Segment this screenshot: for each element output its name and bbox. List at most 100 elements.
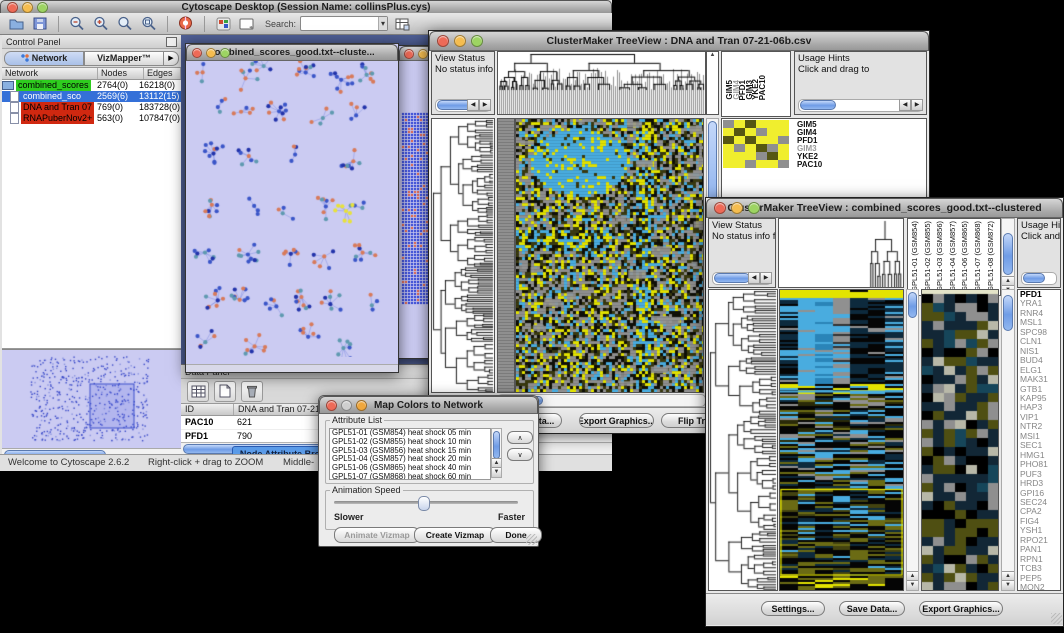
matrix-cell[interactable] xyxy=(756,128,767,136)
matrix-cell[interactable] xyxy=(756,120,767,128)
matrix-cell[interactable] xyxy=(778,128,789,136)
tv2-save-data-button[interactable]: Save Data... xyxy=(839,601,905,616)
combo-arrow-icon[interactable]: ▾ xyxy=(378,17,387,30)
matrix-cell[interactable] xyxy=(756,160,767,168)
matrix-cell[interactable] xyxy=(778,144,789,152)
tab-network[interactable]: Network xyxy=(4,51,84,66)
minimize-icon[interactable] xyxy=(731,202,743,214)
attribute-list[interactable]: GPL51-01 (GSM854) heat shock 05 minGPL51… xyxy=(329,428,491,480)
zoom-selected-button[interactable] xyxy=(139,15,159,33)
scroll-down-icon[interactable]: ▼ xyxy=(492,467,501,477)
matrix-cell[interactable] xyxy=(734,160,745,168)
tv2-zoom-vscrollbar[interactable]: ▲ ▼ xyxy=(1001,289,1015,591)
minimize-icon[interactable] xyxy=(206,48,216,58)
network-overview[interactable] xyxy=(2,349,181,448)
matrix-cell[interactable] xyxy=(734,128,745,136)
scroll-thumb[interactable] xyxy=(1003,233,1013,275)
zoom-icon[interactable] xyxy=(471,35,483,47)
matrix-cell[interactable] xyxy=(756,144,767,152)
create-vizmap-button[interactable]: Create Vizmap xyxy=(414,527,496,543)
matrix-cell[interactable] xyxy=(723,152,734,160)
zoom-icon[interactable] xyxy=(748,202,760,214)
matrix-cell[interactable] xyxy=(734,152,745,160)
attribute-item[interactable]: GPL51-07 (GSM868) heat shock 60 min xyxy=(330,473,490,480)
scroll-right-icon[interactable]: ▶ xyxy=(479,99,491,111)
tv2-row-dendrogram[interactable] xyxy=(708,289,778,591)
tv1-top-scroll-strip[interactable]: ▲ xyxy=(706,51,719,115)
matrix-cell[interactable] xyxy=(778,120,789,128)
tv1-status-scrollbar[interactable]: ◀▶ xyxy=(435,99,491,112)
float-panel-icon[interactable] xyxy=(166,37,177,47)
scroll-right-icon[interactable]: ▶ xyxy=(760,272,772,284)
matrix-cell[interactable] xyxy=(745,120,756,128)
zoom-in-button[interactable] xyxy=(91,15,111,33)
tv1-column-dendrogram[interactable] xyxy=(497,51,706,115)
matrix-cell[interactable] xyxy=(723,136,734,144)
help-button[interactable] xyxy=(176,15,196,33)
tv2-column-dendrogram[interactable] xyxy=(778,218,904,288)
resize-grip[interactable] xyxy=(1051,613,1062,624)
scroll-thumb[interactable] xyxy=(1023,273,1045,283)
attribute-list-scrollbar[interactable]: ▲ ▼ xyxy=(491,428,502,478)
plugins-button[interactable] xyxy=(213,15,233,33)
matrix-cell[interactable] xyxy=(745,128,756,136)
tv1-gene-label-strip[interactable] xyxy=(497,118,515,393)
matrix-cell[interactable] xyxy=(723,128,734,136)
attribute-browser-button[interactable] xyxy=(392,15,412,33)
scroll-thumb[interactable] xyxy=(800,100,836,110)
matrix-cell[interactable] xyxy=(745,144,756,152)
matrix-cell[interactable] xyxy=(734,120,745,128)
save-button[interactable] xyxy=(30,15,50,33)
scroll-down-icon[interactable]: ▼ xyxy=(907,580,918,590)
zoom-icon[interactable] xyxy=(37,2,48,13)
close-icon[interactable] xyxy=(437,35,449,47)
col-nodes[interactable]: Nodes xyxy=(98,68,144,79)
matrix-cell[interactable] xyxy=(778,160,789,168)
matrix-cell[interactable] xyxy=(778,136,789,144)
treeview1-titlebar[interactable]: ClusterMaker TreeView : DNA and Tran 07-… xyxy=(429,31,929,51)
close-icon[interactable] xyxy=(404,49,414,59)
tv2-gene-list-panel[interactable]: PFD1YRA1RNR4MSL1SPC98CLN1NIS1BUD4ELG1MAK… xyxy=(1017,289,1061,591)
scroll-up-icon[interactable]: ▲ xyxy=(710,52,716,58)
move-down-button[interactable]: ∨ xyxy=(507,448,533,461)
scroll-left-icon[interactable]: ◀ xyxy=(467,99,479,111)
matrix-cell[interactable] xyxy=(723,160,734,168)
matrix-cell[interactable] xyxy=(723,120,734,128)
tv1-zoom-matrix[interactable] xyxy=(723,120,789,168)
delete-attribute-button[interactable] xyxy=(241,381,263,402)
tab-vizmapper[interactable]: VizMapper™ xyxy=(84,51,164,66)
matrix-cell[interactable] xyxy=(745,136,756,144)
scroll-left-icon[interactable]: ◀ xyxy=(899,99,911,111)
tv1-export-graphics-button[interactable]: Export Graphics... xyxy=(579,413,654,428)
col-edges[interactable]: Edges xyxy=(144,68,181,79)
zoom-icon[interactable] xyxy=(220,48,230,58)
tv1-row-dendrogram[interactable] xyxy=(431,118,495,393)
matrix-cell[interactable] xyxy=(778,152,789,160)
search-input[interactable]: ▾ xyxy=(300,16,388,31)
tv2-settings-button[interactable]: Settings... xyxy=(761,601,825,616)
close-icon[interactable] xyxy=(192,48,202,58)
tv2-zoom-heatmap[interactable] xyxy=(921,289,999,591)
close-icon[interactable] xyxy=(326,400,337,411)
gene-label[interactable]: MON2 xyxy=(1020,583,1060,592)
matrix-cell[interactable] xyxy=(767,136,778,144)
close-icon[interactable] xyxy=(714,202,726,214)
network-list-row[interactable]: DNA and Tran 07769(0)183728(0) xyxy=(2,102,181,113)
tv2-labels-scrollbar[interactable]: ▲ ▼ xyxy=(1001,218,1015,296)
network-list-row[interactable]: combined_sco2569(6)13112(15) xyxy=(2,91,181,102)
scroll-left-icon[interactable]: ◀ xyxy=(748,272,760,284)
tv1-hints-scrollbar[interactable]: ◀▶ xyxy=(798,99,923,112)
minimize-icon[interactable] xyxy=(454,35,466,47)
minimize-icon[interactable] xyxy=(418,49,428,59)
new-attribute-button[interactable] xyxy=(214,381,236,402)
close-icon[interactable] xyxy=(7,2,18,13)
matrix-cell[interactable] xyxy=(734,136,745,144)
network-window-titlebar[interactable]: combined_scores_good.txt--cluste... xyxy=(186,44,398,61)
tab-overflow-button[interactable]: ▶ xyxy=(164,51,179,66)
tv1-heatmap[interactable] xyxy=(515,118,704,393)
network-list-row[interactable]: RNAPuberNov2+563(0)107847(0) xyxy=(2,113,181,124)
matrix-cell[interactable] xyxy=(734,144,745,152)
scroll-thumb[interactable] xyxy=(1003,295,1013,331)
scroll-thumb[interactable] xyxy=(714,273,750,283)
zoom-icon[interactable] xyxy=(356,400,367,411)
